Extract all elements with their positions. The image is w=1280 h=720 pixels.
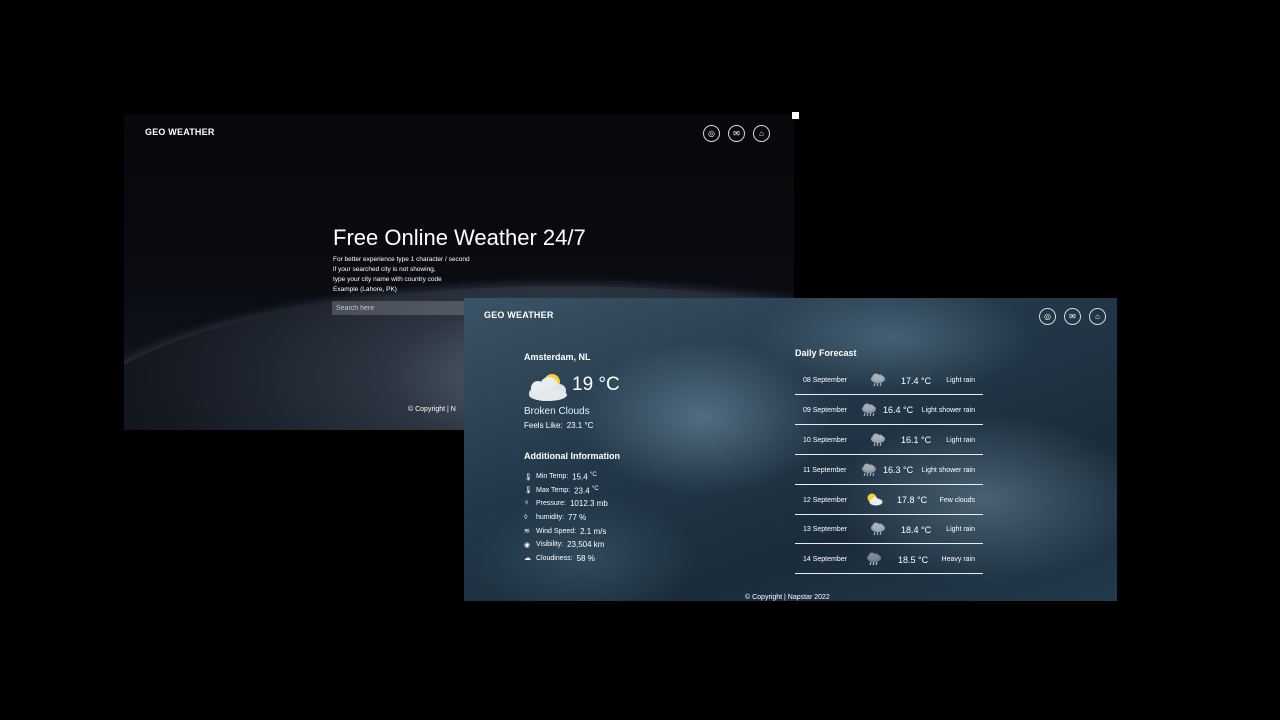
info-number: 15.4 <box>572 472 588 482</box>
forecast-date: 09 September <box>803 406 847 414</box>
info-label: Cloudiness: <box>536 554 573 562</box>
daily-forecast-list: 08 September 17.4 °C Light rain 09 Septembe… <box>795 367 983 576</box>
info-label: Pressure: <box>536 500 566 508</box>
forecast-row: 09 September 16.4 °C Light shower rain <box>795 397 983 425</box>
tip-line: For better experience type 1 character /… <box>333 256 470 263</box>
info-pressure: ☿ Pressure: 1012.3 mb <box>524 497 608 511</box>
tip-line: Example (Lahore, PK) <box>333 286 397 293</box>
info-unit: °C <box>589 471 597 478</box>
additional-info-list: 🌡 Min Temp: 15.4 °C 🌡 Max Temp: 23.4 °C … <box>524 470 608 565</box>
tip-line: type your city name with country code <box>333 276 442 283</box>
eye-icon: ◉ <box>524 541 531 549</box>
additional-info-title: Additional Information <box>524 451 620 461</box>
info-value: 2.1 m/s <box>580 526 607 536</box>
github-icon[interactable]: ⌂ <box>1089 308 1106 325</box>
forecast-row: 13 September 18.4 °C Light rain <box>795 516 983 545</box>
shower-rain-icon <box>860 403 878 417</box>
forecast-temp: 16.3 °C <box>883 465 914 476</box>
cloud-icon: ☁ <box>524 555 531 563</box>
forecast-condition: Light shower rain <box>921 406 975 414</box>
shower-rain-icon <box>860 463 878 477</box>
info-label: Max Temp: <box>536 486 571 494</box>
current-description: Broken Clouds <box>524 406 590 417</box>
instagram-icon[interactable]: ◎ <box>703 125 720 142</box>
info-label: Min Temp: <box>536 473 569 481</box>
info-value: 23.4 °C <box>574 486 599 496</box>
feels-like-label: Feels Like: <box>524 421 563 430</box>
info-max-temp: 🌡 Max Temp: 23.4 °C <box>524 484 608 498</box>
info-humidity: ◊ humidity: 77 % <box>524 511 608 525</box>
mail-icon[interactable]: ✉ <box>728 125 745 142</box>
info-value: 77 % <box>568 513 587 523</box>
forecast-row: 10 September 16.1 °C Light rain <box>795 427 983 455</box>
forecast-temp: 16.1 °C <box>901 435 932 446</box>
daily-forecast-title: Daily Forecast <box>795 348 857 358</box>
info-number: 23.4 <box>574 486 590 496</box>
forecast-date: 13 September <box>803 526 847 534</box>
broken-clouds-icon <box>529 374 567 401</box>
forecast-condition: Light rain <box>946 526 975 534</box>
forecast-row: 11 September 16.3 °C Light shower rain <box>795 457 983 485</box>
info-label: Wind Speed: <box>536 527 577 535</box>
instagram-icon[interactable]: ◎ <box>1039 308 1056 325</box>
forecast-temp: 16.4 °C <box>883 405 914 416</box>
few-clouds-icon <box>865 493 883 507</box>
info-value: 15.4 °C <box>572 472 597 482</box>
social-links: ◎ ✉ ⌂ <box>703 125 770 142</box>
info-value: 1012.3 mb <box>569 499 608 509</box>
rain-icon <box>869 373 887 387</box>
heavy-rain-icon <box>865 552 883 566</box>
info-value: 58 % <box>576 553 595 563</box>
rain-icon <box>869 433 887 447</box>
forecast-date: 08 September <box>803 377 847 384</box>
forecast-temp: 17.4 °C <box>901 375 932 386</box>
forecast-condition: Light rain <box>946 377 975 384</box>
hero-tips: For better experience type 1 character /… <box>333 255 470 295</box>
info-label: humidity: <box>536 514 565 522</box>
tip-line: if your searched city is not showing, <box>333 266 436 273</box>
info-value: 23,504 km <box>567 540 605 550</box>
forecast-condition: Light shower rain <box>921 466 975 474</box>
rain-icon <box>869 522 887 536</box>
feels-like: Feels Like: 23.1 °C <box>524 421 593 430</box>
brand-logo[interactable]: GEO WEATHER <box>484 310 554 320</box>
forecast-temp: 18.4 °C <box>901 524 932 535</box>
social-links: ◎ ✉ ⌂ <box>1039 308 1106 325</box>
forecast-temp: 17.8 °C <box>897 495 928 506</box>
info-min-temp: 🌡 Min Temp: 15.4 °C <box>524 470 608 484</box>
thermometer-icon: 🌡 <box>524 487 533 495</box>
forecast-condition: Heavy rain <box>941 556 975 564</box>
wind-icon: ≋ <box>524 528 530 536</box>
github-icon[interactable]: ⌂ <box>753 125 770 142</box>
window-corner-marker <box>792 112 799 119</box>
info-label: Visibility: <box>536 541 564 549</box>
feels-like-value: 23.1 °C <box>566 421 594 430</box>
forecast-condition: Light rain <box>946 436 975 444</box>
info-visibility: ◉ Visibility: 23,504 km <box>524 538 608 552</box>
humidity-icon: ◊ <box>524 514 528 522</box>
footer-copyright: © Copyright | N <box>408 406 456 413</box>
forecast-date: 10 September <box>803 436 847 444</box>
current-temperature: 19 °C <box>572 374 620 395</box>
info-unit: °C <box>591 485 599 492</box>
info-cloudiness: ☁ Cloudiness: 58 % <box>524 552 608 566</box>
forecast-temp: 18.5 °C <box>898 554 929 565</box>
mail-icon[interactable]: ✉ <box>1064 308 1081 325</box>
weather-window: GEO WEATHER ◎ ✉ ⌂ Amsterdam, NL 19 °C Br… <box>464 298 1117 601</box>
forecast-date: 12 September <box>803 496 847 504</box>
hero-title: Free Online Weather 24/7 <box>333 225 586 250</box>
brand-logo[interactable]: GEO WEATHER <box>145 127 215 137</box>
forecast-row: 12 September 17.8 °C Few clouds <box>795 487 983 515</box>
city-name: Amsterdam, NL <box>524 352 591 362</box>
thermometer-icon: 🌡 <box>524 473 533 481</box>
forecast-row: 14 September 18.5 °C Heavy rain <box>795 546 983 575</box>
forecast-row: 08 September 17.4 °C Light rain <box>795 367 983 395</box>
info-wind-speed: ≋ Wind Speed: 2.1 m/s <box>524 524 608 538</box>
forecast-condition: Few clouds <box>939 496 975 504</box>
forecast-date: 11 September <box>803 466 847 474</box>
forecast-date: 14 September <box>803 556 847 564</box>
footer-copyright: © Copyright | Napstar 2022 <box>745 594 830 601</box>
pressure-icon: ☿ <box>524 500 530 508</box>
